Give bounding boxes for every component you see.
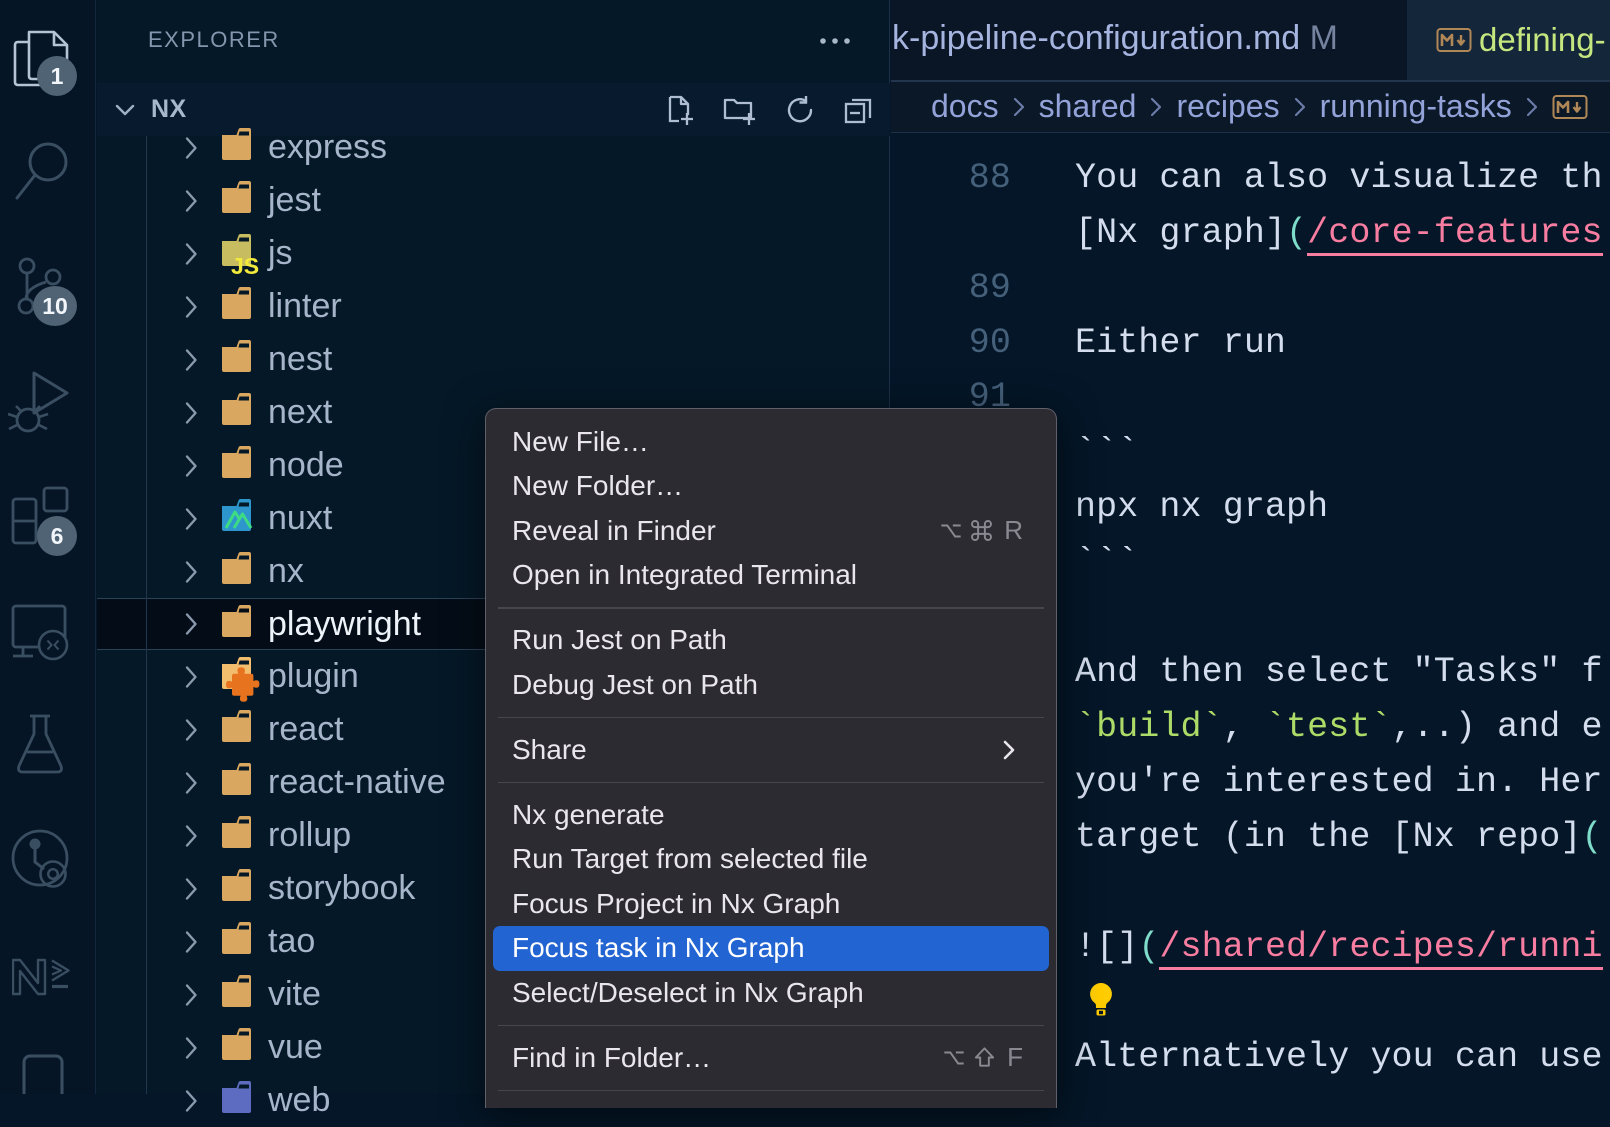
svg-text:6: 6: [51, 523, 64, 549]
svg-text:JS: JS: [231, 253, 259, 279]
svg-text:10: 10: [42, 293, 68, 319]
svg-text:1: 1: [51, 63, 64, 89]
